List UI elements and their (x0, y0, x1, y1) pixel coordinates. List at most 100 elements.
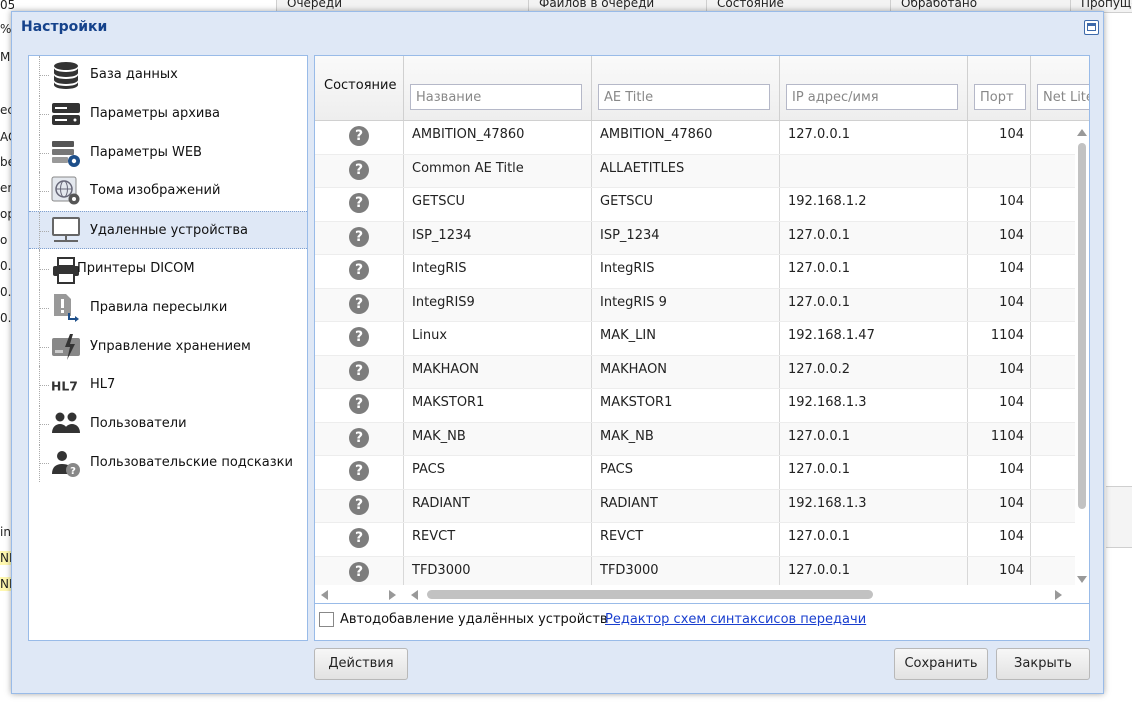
scroll-right-icon[interactable] (1055, 590, 1062, 600)
table-row[interactable]: ? MAKSTOR1 MAKSTOR1 192.168.1.3 104 (315, 389, 1075, 423)
ip-cell: 192.168.1.3 (780, 389, 968, 422)
vertical-scroll-thumb[interactable] (1078, 143, 1086, 509)
net-lite-cell (1031, 389, 1075, 422)
table-row[interactable]: ? Common AE Title ALLAETITLES (315, 154, 1075, 188)
table-row[interactable]: ? RADIANT RADIANT 192.168.1.3 104 (315, 489, 1075, 523)
device-ae-title: ALLAETITLES (600, 160, 685, 176)
scroll-left-icon[interactable] (321, 590, 328, 600)
ip-cell: 127.0.0.1 (780, 121, 968, 154)
tree-branch (39, 346, 49, 348)
device-ip: 192.168.1.47 (788, 328, 875, 343)
table-row[interactable]: ? GETSCU GETSCU 192.168.1.2 104 (315, 188, 1075, 222)
nav-item-document-arrow[interactable]: Правила пересылки (29, 288, 307, 327)
nav-item-web-server-gear[interactable]: Параметры WEB (29, 133, 307, 172)
bg-fragment: М (0, 50, 11, 64)
auto-add-label[interactable]: Автодобавление удалённых устройств (340, 612, 608, 627)
vertical-scrollbar[interactable] (1075, 121, 1089, 585)
port-cell: 1104 (968, 422, 1031, 455)
settings-nav-tree: База данных Параметры архива Параметры WEB… (28, 55, 308, 641)
ip-filter-input[interactable] (786, 84, 958, 110)
globe-gear-icon (51, 176, 81, 206)
net-lite-cell (1031, 490, 1075, 523)
device-port: 104 (999, 529, 1024, 544)
ip-cell: 127.0.0.1 (780, 456, 968, 489)
horizontal-scrollbar[interactable] (315, 586, 1075, 603)
table-row[interactable]: ? AMBITION_47860 AMBITION_47860 127.0.0.1 10… (315, 121, 1075, 155)
close-button[interactable]: Закрыть (996, 648, 1090, 680)
nav-item-label: Тома изображений (90, 183, 221, 199)
column-status-label: Состояние (324, 78, 397, 93)
ip-cell: 127.0.0.1 (780, 422, 968, 455)
device-ip: 127.0.0.2 (788, 361, 851, 377)
net-lite-cell (1031, 289, 1075, 322)
nav-item-user-help[interactable]: ? Пользовательские подсказки (29, 444, 307, 482)
name-cell: TFD3000 (404, 556, 592, 585)
table-row[interactable]: ? REVCT REVCT 127.0.0.1 104 (315, 523, 1075, 557)
device-ae-title: PACS (600, 462, 634, 477)
scroll-right-icon[interactable] (389, 590, 396, 600)
net-lite-filter-input[interactable] (1037, 84, 1089, 110)
tree-branch (39, 75, 49, 76)
status-cell: ? (315, 154, 404, 187)
scroll-down-icon[interactable] (1077, 576, 1087, 583)
dialog-titlebar[interactable]: Настройки (12, 12, 1103, 44)
scroll-up-icon[interactable] (1077, 129, 1087, 136)
device-port: 104 (999, 462, 1024, 477)
device-name: REVCT (412, 529, 456, 544)
table-row[interactable]: ? IntegRIS9 IntegRIS 9 127.0.0.1 104 (315, 288, 1075, 322)
table-row[interactable]: ? ISP_1234 ISP_1234 127.0.0.1 104 (315, 221, 1075, 255)
nav-item-database[interactable]: База данных (29, 56, 307, 94)
net-lite-cell (1031, 222, 1075, 255)
server-icon (51, 99, 81, 129)
table-row[interactable]: ? TFD3000 TFD3000 127.0.0.1 104 (315, 556, 1075, 585)
auto-add-checkbox[interactable] (319, 612, 334, 627)
port-cell: 104 (968, 288, 1031, 321)
nav-item-storage-lightning[interactable]: Управление хранением (29, 327, 307, 366)
column-status[interactable]: Состояние (315, 56, 404, 120)
device-ip: 127.0.0.1 (788, 562, 851, 578)
device-name: MAKHAON (412, 361, 480, 377)
port-filter-input[interactable] (974, 84, 1026, 110)
table-row[interactable]: ? MAK_NB MAK_NB 127.0.0.1 1104 (315, 422, 1075, 456)
ae-title-filter-input[interactable] (598, 84, 770, 110)
name-cell: MAK_NB (404, 422, 592, 455)
nav-item-label: База данных (90, 67, 178, 82)
save-button[interactable]: Сохранить (894, 648, 988, 680)
name-cell: REVCT (404, 523, 592, 556)
ae-title-cell: ALLAETITLES (592, 154, 780, 187)
net-lite-cell (1031, 322, 1075, 355)
nav-item-monitor-network[interactable]: Удаленные устройства (29, 211, 307, 251)
actions-button[interactable]: Действия (314, 648, 408, 680)
tree-branch (39, 385, 49, 387)
device-name: GETSCU (412, 194, 466, 209)
scroll-left-icon[interactable] (411, 590, 418, 600)
bg-fragment: 0. (0, 259, 12, 273)
grid-footer: Автодобавление удалённых устройств Редак… (315, 606, 1089, 640)
nav-item-server[interactable]: Параметры архива (29, 94, 307, 133)
table-row[interactable]: ? Linux MAK_LIN 192.168.1.47 1104 (315, 322, 1075, 356)
device-ip: 127.0.0.1 (788, 428, 851, 444)
question-icon: ? (349, 193, 369, 213)
table-row[interactable]: ? MAKHAON MAKHAON 127.0.0.2 104 (315, 355, 1075, 389)
horizontal-scroll-thumb[interactable] (427, 590, 873, 599)
ip-cell: 127.0.0.1 (780, 221, 968, 254)
syntax-editor-link[interactable]: Редактор схем синтаксисов передачи (605, 612, 866, 627)
nav-item-globe-gear[interactable]: Тома изображений (29, 172, 307, 211)
net-lite-cell (1031, 155, 1075, 188)
port-cell: 104 (968, 456, 1031, 489)
device-name: Linux (412, 328, 448, 343)
name-filter-input[interactable] (410, 84, 582, 110)
table-row[interactable]: ? IntegRIS IntegRIS 127.0.0.1 104 (315, 255, 1075, 289)
nav-item-users[interactable]: Пользователи (29, 405, 307, 444)
device-port: 104 (999, 361, 1024, 377)
nav-item-printer[interactable]: Принтеры DICOM (29, 250, 307, 288)
nav-item-hl7[interactable]: HL7 HL7 (29, 366, 307, 405)
name-cell: IntegRIS (404, 255, 592, 288)
tree-branch (39, 191, 49, 193)
storage-lightning-icon (51, 332, 81, 362)
ae-title-cell: MAKHAON (592, 355, 780, 388)
table-row[interactable]: ? PACS PACS 127.0.0.1 104 (315, 456, 1075, 490)
maximize-icon[interactable] (1084, 20, 1099, 35)
device-ae-title: AMBITION_47860 (600, 127, 713, 142)
device-port: 104 (999, 495, 1024, 511)
